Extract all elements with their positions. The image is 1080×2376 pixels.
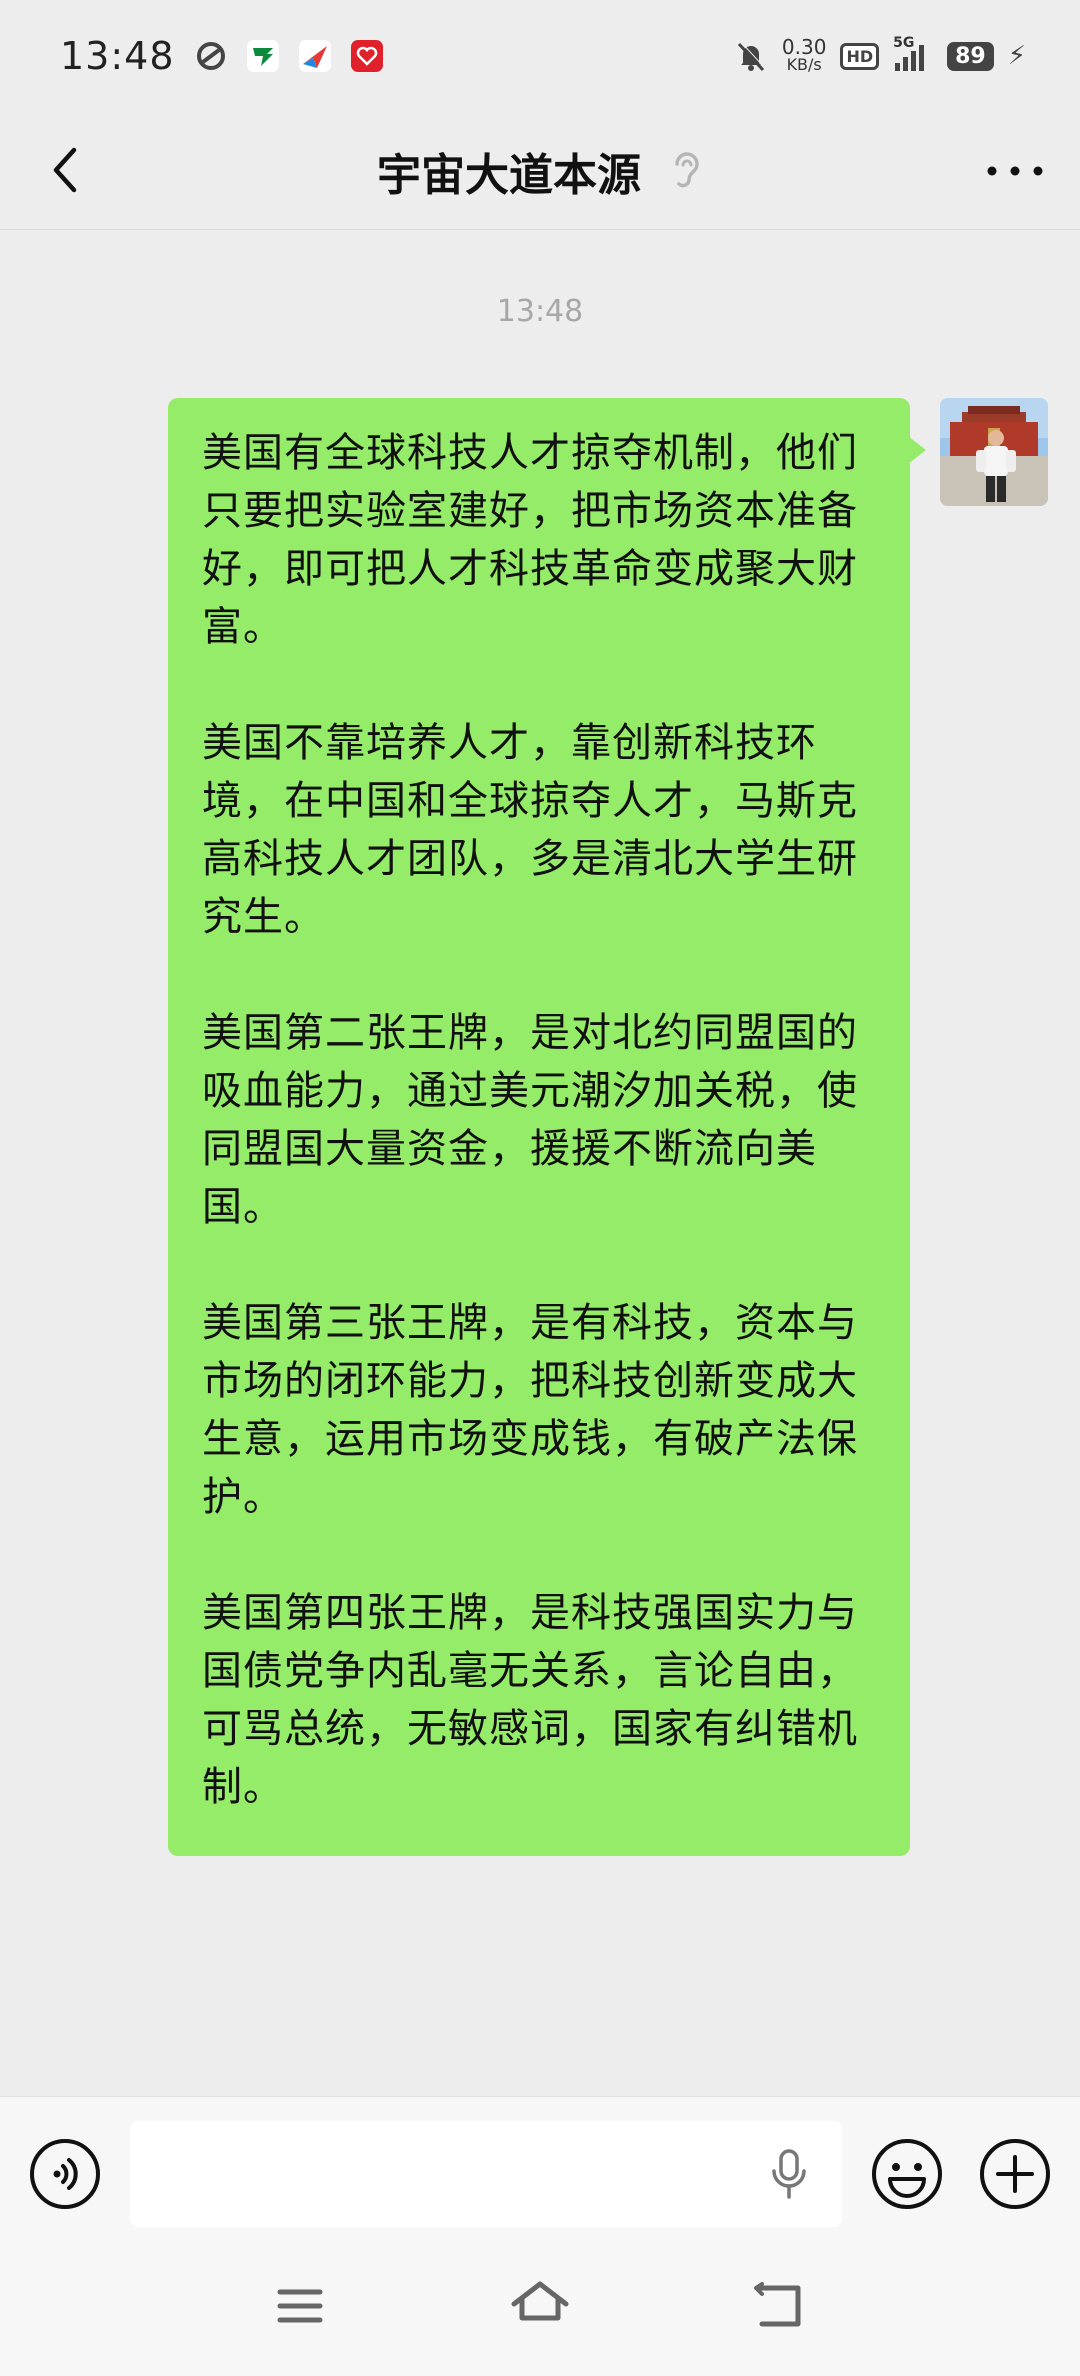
- message-paragraph-5: 美国第四张王牌，是科技强国实力与国债党争内乱毫无关系，言论自由，可骂总统，无敏感…: [202, 1590, 858, 1810]
- message-bubble[interactable]: 美国有全球科技人才掠夺机制，他们只要把实验室建好，把市场资本准备好，即可把人才科…: [168, 398, 926, 1856]
- mic-icon[interactable]: [768, 2147, 810, 2201]
- back-arrow-icon[interactable]: [40, 142, 96, 198]
- app-notification-icon-4: [350, 40, 383, 72]
- mute-bell-icon: [737, 41, 766, 72]
- net-speed-unit: KB/s: [786, 55, 822, 74]
- message-input[interactable]: [130, 2121, 842, 2227]
- app-notification-icon-2: [246, 40, 279, 72]
- home-icon[interactable]: [508, 2274, 572, 2338]
- back-icon[interactable]: [748, 2274, 812, 2338]
- network-type: 5G: [893, 35, 915, 51]
- menu-icon[interactable]: [268, 2274, 332, 2338]
- signal-icon: 5G: [893, 35, 933, 71]
- net-speed: 0.30 KB/s: [781, 35, 827, 74]
- message-paragraph-2: 美国不靠培养人才，靠创新科技环境，在中国和全球掠夺人才，马斯克高科技人才团队，多…: [202, 720, 858, 940]
- chat-title-group: 宇宙大道本源: [0, 112, 1080, 230]
- avatar[interactable]: [940, 398, 1048, 506]
- charging-icon: ⚡: [1007, 41, 1026, 71]
- message-paragraph-1: 美国有全球科技人才掠夺机制，他们只要把实验室建好，把市场资本准备好，即可把人才科…: [202, 430, 858, 650]
- status-bar: 13:48 0.30 KB/s HD 5G 89 ⚡: [0, 0, 1080, 112]
- voice-icon[interactable]: [28, 2137, 102, 2211]
- more-icon[interactable]: [980, 146, 1050, 196]
- message-timestamp: 13:48: [496, 294, 584, 329]
- app-notification-icon-1: [195, 40, 227, 72]
- input-bar: [0, 2096, 1080, 2236]
- chat-title: 宇宙大道本源: [377, 150, 641, 201]
- plus-icon[interactable]: [978, 2137, 1052, 2211]
- status-left: 13:48: [60, 34, 383, 78]
- hd-badge: HD: [840, 42, 880, 70]
- app-notification-icon-3: [298, 40, 331, 72]
- status-time: 13:48: [60, 34, 175, 78]
- message-paragraph-3: 美国第二张王牌，是对北约同盟国的吸血能力，通过美元潮汐加关税，使同盟国大量资金，…: [202, 1010, 858, 1230]
- system-nav-bar: [0, 2236, 1080, 2376]
- net-speed-value: 0.30: [781, 35, 827, 59]
- message-paragraph-4: 美国第三张王牌，是有科技，资本与市场的闭环能力，把科技创新变成大生意，运用市场变…: [202, 1300, 858, 1520]
- chat-screen: 13:48 0.30 KB/s HD 5G 89 ⚡ 宇宙大道本源 13:48 …: [0, 0, 1080, 2376]
- ear-icon: [675, 152, 699, 188]
- emoji-icon[interactable]: [870, 2137, 944, 2211]
- chat-header: 宇宙大道本源: [0, 112, 1080, 230]
- status-right: 0.30 KB/s HD 5G 89 ⚡: [734, 35, 1026, 74]
- battery-level: 89: [947, 41, 994, 71]
